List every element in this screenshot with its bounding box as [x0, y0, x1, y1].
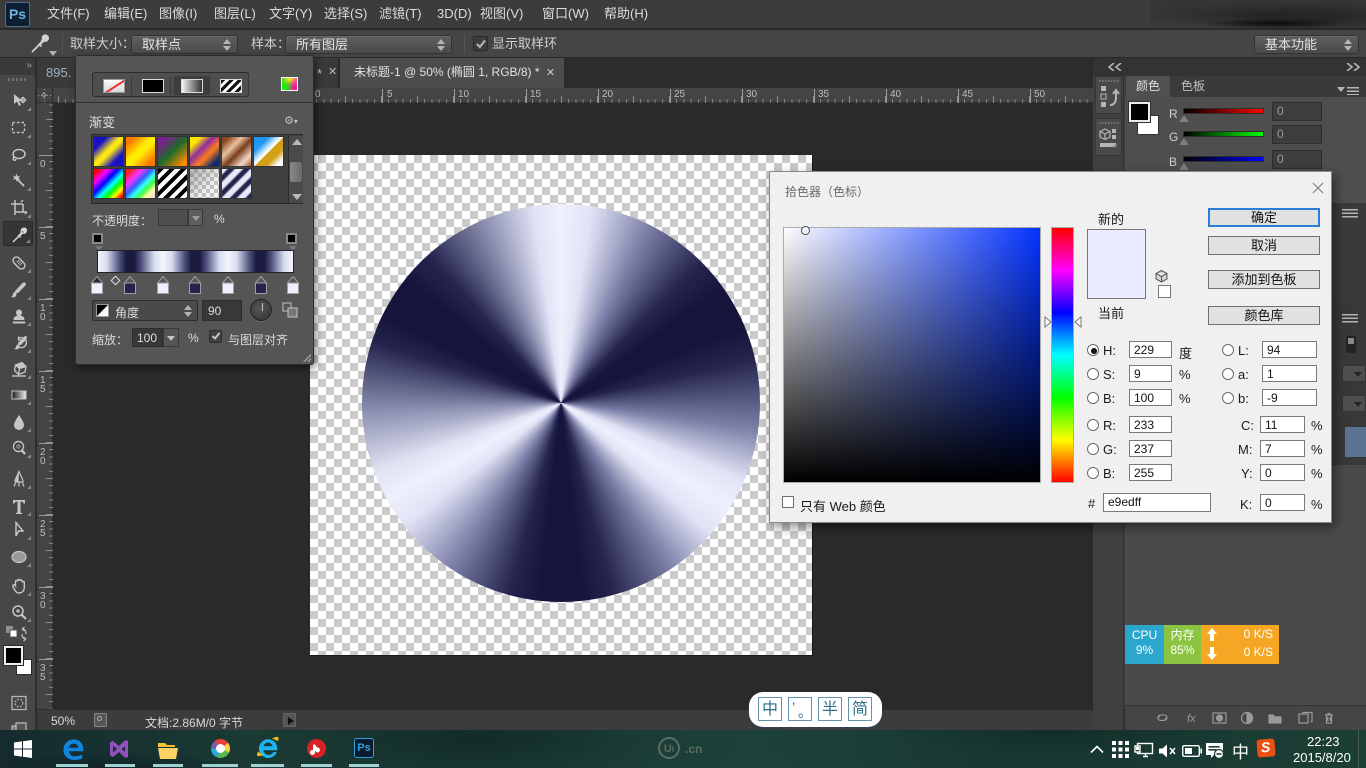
svg-text:fx: fx	[1187, 713, 1196, 725]
